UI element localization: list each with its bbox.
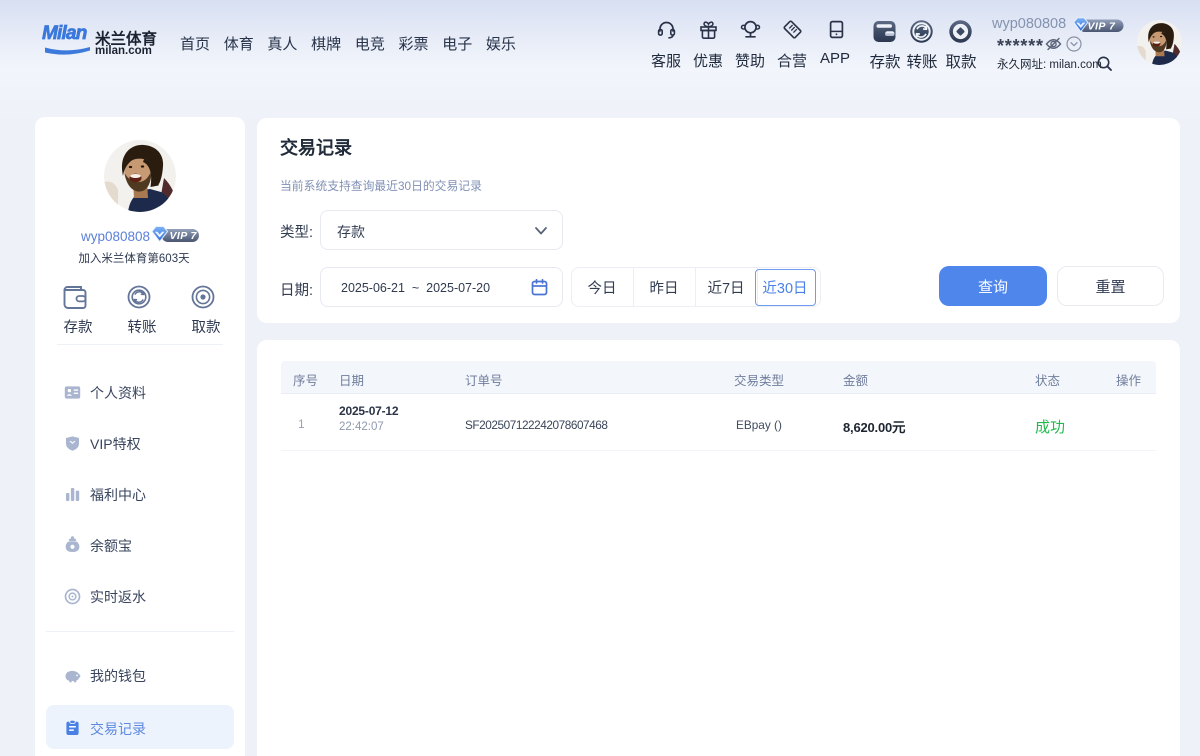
svg-text:VIP 7: VIP 7 — [1088, 20, 1116, 32]
svg-text:Milan: Milan — [42, 23, 87, 44]
svg-text:VIP 7: VIP 7 — [170, 230, 198, 242]
